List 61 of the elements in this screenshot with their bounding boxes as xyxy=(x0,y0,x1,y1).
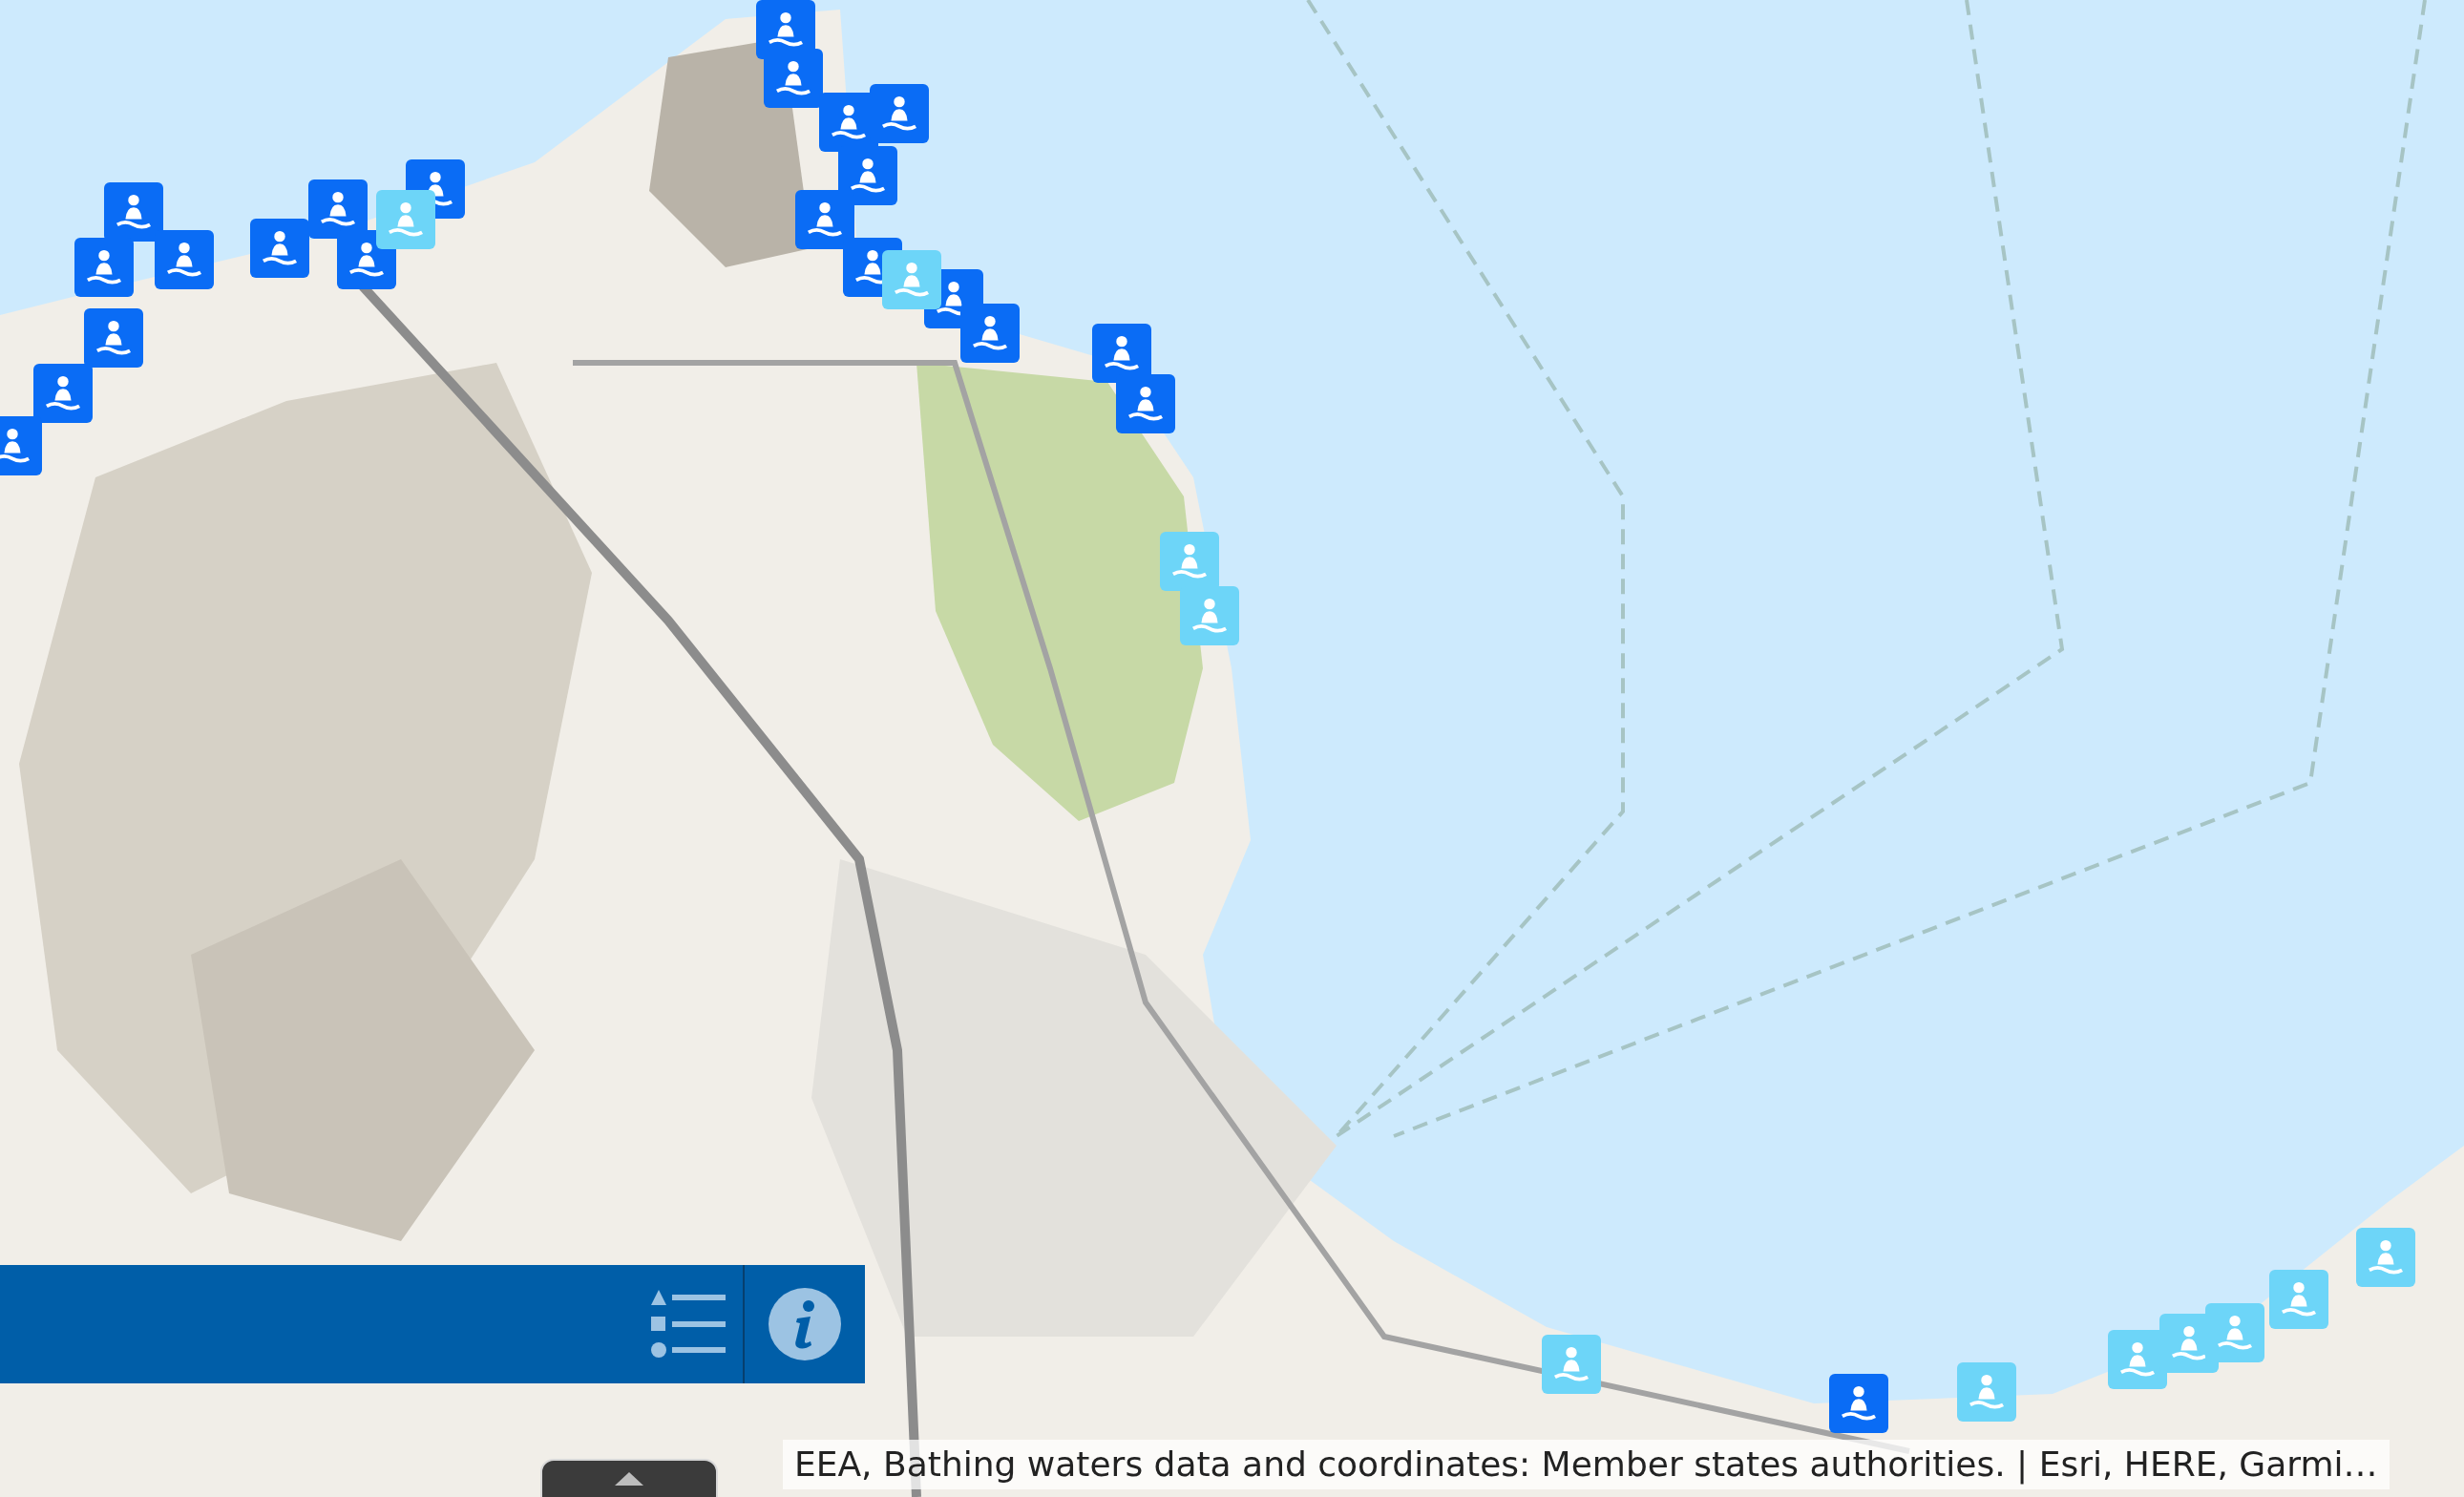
bathing-site-marker[interactable] xyxy=(74,238,134,297)
bathing-site-marker[interactable] xyxy=(1180,586,1239,645)
swimmer-icon xyxy=(116,193,152,231)
swimmer-icon xyxy=(388,200,424,239)
bathing-site-marker[interactable] xyxy=(2269,1270,2328,1329)
swimmer-icon xyxy=(166,241,202,279)
swimmer-icon xyxy=(768,11,804,49)
legend-icon xyxy=(650,1288,726,1360)
bathing-site-marker[interactable] xyxy=(1116,374,1175,433)
swimmer-icon xyxy=(1553,1345,1590,1383)
bathing-site-marker[interactable] xyxy=(764,49,823,108)
swimmer-icon xyxy=(1127,385,1164,423)
bathing-site-marker[interactable] xyxy=(1160,532,1219,591)
swimmer-icon xyxy=(807,200,843,239)
bathing-site-marker[interactable] xyxy=(250,219,309,278)
bathing-site-marker[interactable] xyxy=(1542,1335,1601,1394)
swimmer-icon xyxy=(1841,1384,1877,1423)
swimmer-icon xyxy=(972,314,1008,352)
swimmer-icon xyxy=(2171,1324,2207,1362)
bathing-site-marker[interactable] xyxy=(33,364,93,423)
swimmer-icon xyxy=(850,157,886,195)
swimmer-icon xyxy=(0,427,31,465)
bathing-site-marker[interactable] xyxy=(84,308,143,368)
bathing-site-marker[interactable] xyxy=(870,84,929,143)
bathing-site-marker[interactable] xyxy=(2356,1228,2415,1287)
info-icon xyxy=(769,1288,841,1360)
swimmer-icon xyxy=(831,103,867,141)
swimmer-icon xyxy=(262,229,298,267)
swimmer-icon xyxy=(2368,1238,2404,1276)
swimmer-icon xyxy=(775,59,811,97)
bathing-site-marker[interactable] xyxy=(155,230,214,289)
expand-tab[interactable] xyxy=(540,1459,718,1497)
bathing-site-marker[interactable] xyxy=(1957,1362,2016,1422)
swimmer-icon xyxy=(1969,1373,2005,1411)
swimmer-icon xyxy=(881,95,917,133)
bathing-site-marker[interactable] xyxy=(795,190,854,249)
swimmer-icon xyxy=(86,248,122,286)
swimmer-icon xyxy=(348,241,385,279)
attribution-text: EEA, Bathing waters data and coordinates: Member states authorities. | Esri, HERE, Garmi… xyxy=(783,1440,2390,1489)
swimmer-icon xyxy=(95,319,132,357)
bathing-site-marker[interactable] xyxy=(0,416,42,475)
swimmer-icon xyxy=(2281,1280,2317,1318)
swimmer-icon xyxy=(1171,542,1208,580)
swimmer-icon xyxy=(320,190,356,228)
bathing-site-marker[interactable] xyxy=(960,304,1020,363)
bathing-site-marker[interactable] xyxy=(882,250,941,309)
swimmer-icon xyxy=(894,261,930,299)
bathing-site-marker[interactable] xyxy=(376,190,435,249)
swimmer-icon xyxy=(2119,1340,2156,1379)
bathing-site-marker[interactable] xyxy=(308,179,368,239)
bathing-site-marker[interactable] xyxy=(2108,1330,2167,1389)
swimmer-icon xyxy=(2217,1314,2253,1352)
bathing-site-marker[interactable] xyxy=(2205,1303,2264,1362)
swimmer-icon xyxy=(45,374,81,412)
swimmer-icon xyxy=(1191,597,1228,635)
bathing-site-marker[interactable] xyxy=(838,146,897,205)
bathing-site-marker[interactable] xyxy=(1092,324,1151,383)
swimmer-icon xyxy=(1104,334,1140,372)
bathing-site-marker[interactable] xyxy=(1829,1374,1888,1433)
bathing-site-marker[interactable] xyxy=(104,182,163,242)
caret-icon xyxy=(615,1472,643,1486)
